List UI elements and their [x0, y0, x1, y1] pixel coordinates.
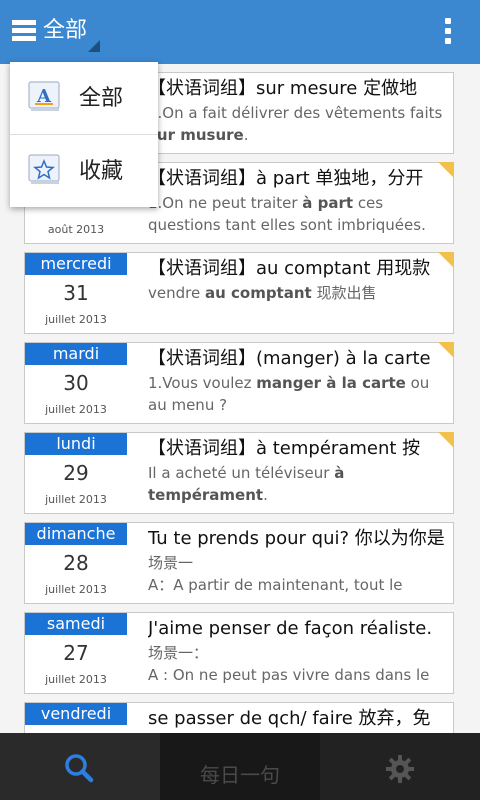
month-year: juillet 2013 — [45, 493, 107, 506]
entry-body: vendre au comptant 现款出售 — [148, 284, 377, 302]
dropdown-label: 全部 — [79, 86, 124, 111]
list-menu-icon[interactable] — [12, 20, 36, 42]
month-year: juillet 2013 — [45, 673, 107, 686]
new-flag-icon — [438, 432, 454, 448]
entry-headline: 【状语词组】au comptant 用现款 — [148, 258, 431, 279]
entry-body: 1.On ne peut traiter à part ces question… — [148, 194, 426, 234]
category-title[interactable]: 全部 — [43, 16, 87, 46]
gear-icon — [386, 755, 414, 783]
month-year: juillet 2013 — [45, 313, 107, 326]
list-item[interactable]: mardi 30 juillet 2013 【状语词组】(manger) à l… — [24, 342, 454, 424]
date-column: lundi 29 juillet 2013 — [25, 433, 127, 513]
weekday-label: lundi — [25, 433, 127, 455]
month-year: août 2013 — [47, 223, 105, 236]
weekday-label: mercredi — [25, 253, 127, 275]
date-column: mercredi 31 juillet 2013 — [25, 253, 127, 333]
new-flag-icon — [438, 162, 454, 178]
day-number: 31 — [63, 281, 89, 305]
day-number: 27 — [63, 641, 89, 665]
all-book-icon: A — [28, 81, 60, 111]
entry-headline: 【状语词组】sur mesure 定做地 — [148, 78, 418, 99]
overflow-menu-icon[interactable] — [445, 18, 453, 46]
list-item[interactable]: mercredi 31 juillet 2013 【状语词组】au compta… — [24, 252, 454, 334]
tab-daily-sentence[interactable]: 每日一句 — [160, 733, 320, 800]
tab-search[interactable] — [0, 733, 160, 800]
entry-body: 场景一： A : On ne peut pas vivre dans dans l… — [148, 644, 430, 684]
list-item[interactable]: vendredi se passer de qch/ faire 放弃，免 — [24, 702, 454, 733]
weekday-label: samedi — [25, 613, 127, 635]
new-flag-icon — [438, 252, 454, 268]
day-number: 29 — [63, 461, 89, 485]
tab-daily-label: 每日一句 — [200, 763, 280, 787]
bottom-nav: 每日一句 — [0, 733, 480, 800]
dropdown-label: 收藏 — [79, 159, 124, 184]
weekday-label: mardi — [25, 343, 127, 365]
date-column: samedi 27 juillet 2013 — [25, 613, 127, 693]
entry-body: 场景一 A：A partir de maintenant, tout le — [148, 554, 403, 594]
app-bar: 全部 — [0, 0, 480, 64]
dropdown-item-favorites[interactable]: 收藏 — [10, 135, 158, 207]
search-icon — [65, 754, 94, 783]
list-item[interactable]: dimanche 28 juillet 2013 Tu te prends po… — [24, 522, 454, 604]
list-item[interactable]: samedi 27 juillet 2013 J'aime penser de … — [24, 612, 454, 694]
date-column: mardi 30 juillet 2013 — [25, 343, 127, 423]
entry-headline: 【状语词组】(manger) à la carte — [148, 348, 431, 369]
month-year: juillet 2013 — [45, 583, 107, 596]
entry-headline: J'aime penser de façon réaliste. — [148, 618, 433, 639]
list-item[interactable]: lundi 29 juillet 2013 【状语词组】à tempéramen… — [24, 432, 454, 514]
month-year: juillet 2013 — [45, 403, 107, 416]
entry-headline: se passer de qch/ faire 放弃，免 — [148, 708, 431, 729]
day-number: 30 — [63, 371, 89, 395]
weekday-label: dimanche — [25, 523, 127, 545]
tab-settings[interactable] — [320, 733, 480, 800]
entry-headline: 【状语词组】à tempérament 按 — [148, 438, 421, 459]
entry-body: 1.Vous voulez manger à la carte ou au me… — [148, 374, 430, 414]
date-column: vendredi — [25, 703, 127, 733]
dropdown-triangle-icon — [88, 40, 100, 52]
entry-headline: Tu te prends pour qui? 你以为你是 — [148, 528, 445, 549]
dropdown-item-all[interactable]: A 全部 — [10, 62, 158, 134]
favorites-star-icon — [28, 154, 60, 184]
new-flag-icon — [438, 342, 454, 358]
entry-body: Il a acheté un téléviseur à tempérament. — [148, 464, 345, 504]
category-dropdown: A 全部 收藏 — [10, 62, 158, 207]
entry-headline: 【状语词组】à part 单独地，分开 — [148, 168, 424, 189]
date-column: dimanche 28 juillet 2013 — [25, 523, 127, 603]
entry-body: 1.On a fait délivrer des vêtements faits… — [148, 104, 443, 144]
day-number: 28 — [63, 551, 89, 575]
weekday-label: vendredi — [25, 703, 127, 725]
